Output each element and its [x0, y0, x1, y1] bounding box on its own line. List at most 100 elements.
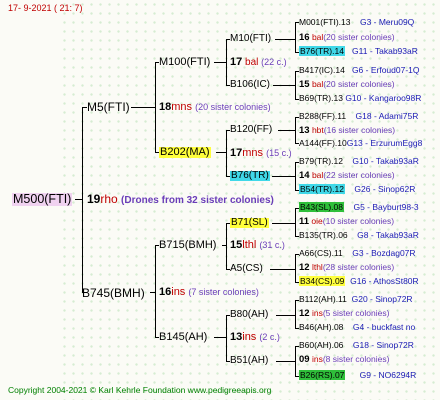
connector	[131, 107, 156, 108]
root-strain: rho	[100, 192, 118, 206]
note: (7 sister colonies)	[188, 287, 259, 297]
gen4-row: A144(FF).10G13 - ErzurumEgg8	[299, 139, 422, 148]
ref: G8 - Takab93aR	[357, 230, 419, 240]
date-stamp: 17- 9-2021 ( 21: 7)	[8, 3, 83, 13]
count: 16	[159, 286, 172, 298]
strain: mns	[242, 147, 264, 159]
gen4-row: B76(TR).14 G11 - Takab93aR	[299, 46, 418, 56]
ancestor-id: B135(TR).06	[299, 230, 348, 240]
gen4-row: M001(FTI).13 G3 - Meru09Q	[299, 18, 414, 27]
gen2-node: B145(AH)	[159, 331, 208, 343]
ref: G3 - Bozdag07R	[352, 248, 416, 258]
ancestor-id: M001(FTI).13	[299, 17, 351, 27]
gen4-info: 11 oie(10 sister colonies)	[299, 217, 394, 227]
root-drone-info: 19rho (Drones from 32 sister colonies)	[87, 193, 274, 206]
strain: hbt	[311, 125, 324, 135]
ancestor-id: A66(CS).11	[299, 248, 343, 258]
count: 15	[230, 239, 243, 251]
connector	[75, 199, 83, 200]
ref: G18 - Adami75R	[355, 111, 419, 121]
connector	[222, 245, 227, 246]
count: 14	[299, 170, 310, 181]
note: (22 sister colonies)	[323, 170, 395, 180]
count: 16	[299, 32, 310, 43]
note: (10 sister colonies)	[322, 216, 395, 226]
note: (5 sister colonies)	[322, 308, 390, 318]
count: 13	[299, 125, 310, 136]
gen4-row: A66(CS).11 G3 - Bozdag07R	[299, 249, 416, 258]
strain: oie	[311, 216, 323, 226]
note: (20 sister colonies)	[195, 102, 271, 112]
ref: G10 - Takab93aR	[352, 156, 419, 166]
strain: bal	[311, 79, 324, 89]
strain: ins	[242, 331, 257, 343]
gen1-sire: B745(BMH)	[82, 286, 145, 300]
count: 17	[230, 147, 243, 159]
gen4-info: 16 bal(20 sister colonies)	[299, 33, 395, 43]
connector	[295, 300, 296, 328]
strain: bal	[311, 170, 324, 180]
note: (2 c.)	[259, 332, 280, 342]
gen3-node: B80(AH)	[230, 309, 269, 320]
gen3-info: 17 bal (22 c.)	[230, 57, 287, 68]
gen2-node: M100(FTI)	[159, 56, 211, 68]
connector	[150, 292, 156, 293]
note: (8 sister colonies)	[322, 354, 390, 364]
gen2-info: 18mns (20 sister colonies)	[159, 102, 271, 113]
gen4-info: 09 ins(8 sister colonies)	[299, 355, 389, 365]
connector	[226, 223, 227, 269]
root-note: (Drones from 32 sister colonies)	[121, 195, 274, 206]
ancestor-id: A144(FF).10	[299, 138, 347, 148]
ancestor-id: B43(SL).08	[299, 202, 344, 212]
ref: G5 - Bayburt98-3	[353, 202, 419, 212]
strain: mns	[171, 101, 193, 113]
strain: ins	[311, 354, 323, 364]
connector	[276, 315, 296, 316]
gen4-row: B417(IC).14 G6 - Erfoud07-1Q	[299, 66, 420, 75]
connector	[272, 176, 296, 177]
ref: G20 - Sinop72R	[351, 294, 413, 304]
gen4-info: 12 lthl(28 sister colonies)	[299, 263, 394, 273]
ancestor-id: B54(TR).12	[299, 184, 345, 194]
ref: G18 - Sinop72R	[352, 340, 414, 350]
root-queen: M500(FTI)	[12, 192, 73, 206]
gen1-sire-info: 16ins (7 sister colonies)	[159, 287, 259, 298]
ref: G16 - AthosSt80R	[350, 276, 419, 286]
gen1-dam: M5(FTI)	[87, 100, 130, 114]
gen4-row: B288(FF).11 G18 - Adami75R	[299, 112, 418, 121]
ancestor-id: B34(CS).09	[299, 276, 346, 286]
gen4-row: B43(SL).08 G5 - Bayburt98-3	[299, 202, 419, 212]
connector	[278, 130, 296, 131]
count: 18	[159, 101, 172, 113]
count: 15	[299, 79, 310, 90]
gen4-row: B46(AH).08 G4 - buckfast no	[299, 323, 415, 332]
note: (28 sister colonies)	[322, 262, 395, 272]
footer-copyright: Copyright 2004-2021 © Karl Kehrle Founda…	[8, 385, 272, 395]
gen2-node: B715(BMH)	[159, 239, 217, 251]
connector	[295, 208, 296, 236]
count: 12	[299, 262, 310, 273]
ref: G6 - Erfoud07-1Q	[351, 65, 420, 75]
count: 12	[299, 308, 310, 319]
gen4-info: 12 ins(5 sister colonies)	[299, 309, 389, 319]
gen4-row: B69(TR).13 G10 - Kangaroo98R	[299, 94, 421, 103]
ancestor-id: B76(TR).14	[299, 46, 345, 56]
connector	[226, 130, 227, 176]
connector	[295, 22, 296, 52]
gen3-node: B76(TR)	[230, 170, 270, 181]
note: (20 sister colonies)	[323, 32, 395, 42]
connector	[276, 361, 296, 362]
gen2-info: 15lthl (31 c.)	[230, 240, 285, 251]
gen4-row: B112(AH).11 G20 - Sinop72R	[299, 295, 413, 304]
ancestor-id: B112(AH).11	[299, 294, 347, 304]
ref: G4 - buckfast no	[352, 322, 416, 332]
count: 17	[230, 56, 243, 68]
note: (16 sister colonies)	[323, 125, 396, 135]
strain: ins	[311, 308, 323, 318]
ancestor-id: B69(TR).13	[299, 93, 343, 103]
ref: G13 - ErzurumEgg8	[346, 138, 423, 148]
root-count: 19	[87, 192, 101, 206]
strain: bal	[245, 57, 259, 68]
gen4-row: B79(TR).12 G10 - Takab93aR	[299, 157, 419, 166]
ref: G26 - Sinop62R	[354, 184, 416, 194]
